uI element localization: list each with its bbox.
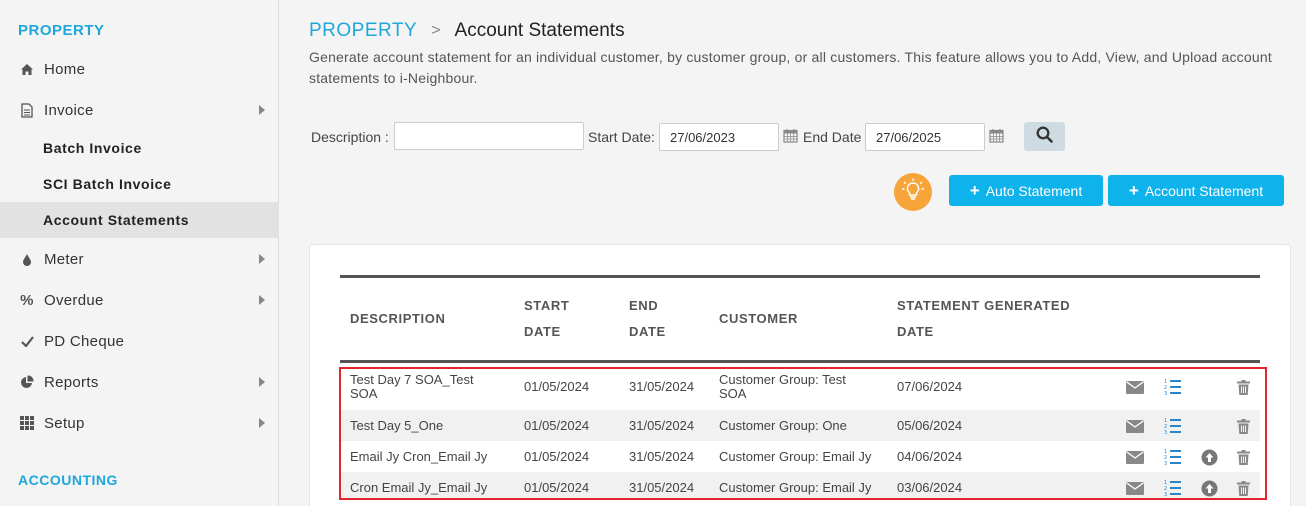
sidebar-item-overdue[interactable]: % Overdue [0, 282, 279, 318]
home-icon [18, 63, 36, 76]
table-top-divider [340, 275, 1260, 278]
sidebar-item-home[interactable]: Home [0, 51, 279, 87]
section-property: PROPERTY [18, 22, 105, 39]
document-icon [18, 102, 36, 118]
table-header-divider [340, 360, 1260, 363]
drop-icon [18, 253, 36, 266]
sidebar-item-label: Meter [44, 250, 84, 268]
sidebar-item-label: Overdue [44, 291, 104, 309]
chevron-right-icon [259, 418, 265, 428]
calendar-icon[interactable] [989, 128, 1004, 148]
sidebar-item-label: PD Cheque [44, 332, 125, 350]
breadcrumb-root[interactable]: PROPERTY [309, 20, 417, 42]
chevron-right-icon [259, 254, 265, 264]
column-header-start-date: START DATE [524, 293, 569, 345]
auto-statement-button[interactable]: + Auto Statement [949, 175, 1103, 206]
sidebar-item-invoice[interactable]: Invoice [0, 92, 279, 128]
account-statement-label: Account Statement [1144, 182, 1264, 199]
start-date-input[interactable]: 27/06/2023 [659, 123, 779, 151]
search-button[interactable] [1024, 122, 1065, 151]
sidebar-item-batch-invoice[interactable]: Batch Invoice [0, 130, 279, 166]
column-header-generated-date: STATEMENT GENERATED DATE [897, 293, 1070, 345]
description-label: Description : [311, 129, 389, 145]
chevron-right-icon [259, 377, 265, 387]
lightbulb-button[interactable] [894, 173, 932, 211]
lightbulb-icon [900, 177, 926, 208]
sidebar-item-label: Setup [44, 414, 85, 432]
header-line: DATE [524, 324, 561, 339]
end-date-label: End Date [803, 129, 862, 145]
plus-icon: + [969, 181, 980, 200]
check-icon [18, 335, 36, 347]
sidebar-item-label: Reports [44, 373, 99, 391]
breadcrumb: PROPERTY > Account Statements [309, 20, 625, 42]
grid-icon [18, 416, 36, 430]
header-line: DATE [629, 324, 666, 339]
highlight-box [339, 367, 1267, 500]
sidebar-item-account-statements[interactable]: Account Statements [0, 202, 279, 238]
end-date-input[interactable]: 27/06/2025 [865, 123, 985, 151]
header-line: START [524, 298, 570, 313]
start-date-label: Start Date: [588, 129, 655, 145]
sidebar-item-pd-cheque[interactable]: PD Cheque [0, 323, 279, 359]
breadcrumb-separator: > [431, 22, 441, 39]
sidebar-item-meter[interactable]: Meter [0, 241, 279, 277]
chevron-right-icon [259, 295, 265, 305]
header-line: DATE [897, 324, 934, 339]
description-input[interactable] [394, 122, 584, 150]
percent-icon: % [20, 291, 34, 309]
page-title: Account Statements [454, 20, 625, 41]
sidebar: PROPERTY Home Invoice Batch Invoice SCI … [0, 0, 279, 506]
header-line: STATEMENT GENERATED [897, 298, 1071, 313]
column-header-description: DESCRIPTION [350, 311, 446, 326]
column-header-end-date: END DATE [629, 293, 666, 345]
sidebar-item-sci-batch-invoice[interactable]: SCI Batch Invoice [0, 166, 279, 202]
search-icon [1036, 126, 1053, 148]
column-header-customer: CUSTOMER [719, 311, 798, 326]
calendar-icon[interactable] [783, 128, 798, 148]
auto-statement-label: Auto Statement [985, 182, 1083, 199]
sidebar-item-label: Invoice [44, 101, 94, 119]
sidebar-item-reports[interactable]: Reports [0, 364, 279, 400]
page-description: Generate account statement for an indivi… [309, 49, 1272, 86]
sidebar-item-setup[interactable]: Setup [0, 405, 279, 441]
section-accounting: ACCOUNTING [18, 472, 118, 488]
pie-chart-icon [18, 375, 36, 389]
header-line: END [629, 298, 659, 313]
sidebar-item-label: Home [44, 60, 86, 78]
account-statement-button[interactable]: + Account Statement [1108, 175, 1284, 206]
chevron-right-icon [259, 105, 265, 115]
plus-icon: + [1128, 181, 1139, 200]
